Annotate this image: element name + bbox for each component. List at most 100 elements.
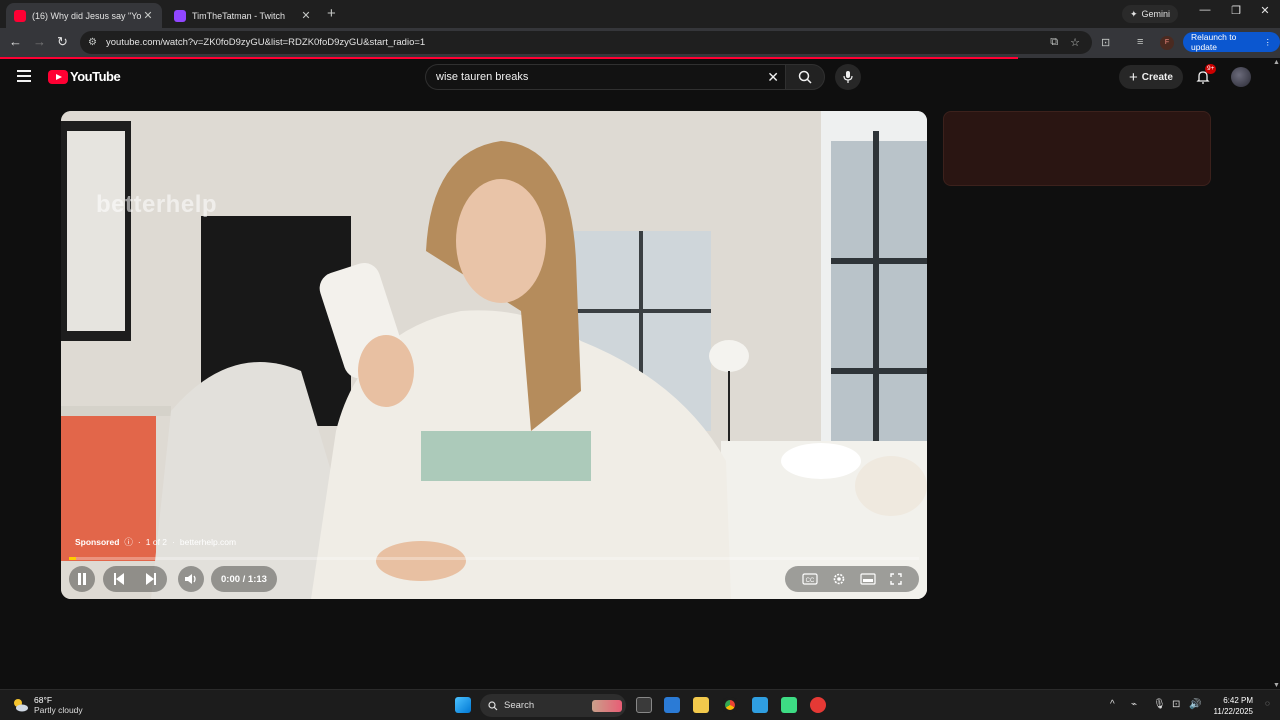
- scroll-down-icon[interactable]: ▼: [1273, 682, 1280, 689]
- gemini-button[interactable]: ✦ Gemini: [1122, 5, 1179, 23]
- search-highlight-icon: [592, 699, 622, 712]
- back-icon[interactable]: ←: [9, 34, 22, 49]
- clear-search-icon[interactable]: ✕: [767, 69, 779, 86]
- gemini-label: Gemini: [1141, 9, 1171, 19]
- youtube-play-icon: [48, 69, 68, 84]
- time-display: 0:00 / 1:13: [211, 566, 277, 592]
- scroll-up-icon[interactable]: ▲: [1273, 59, 1280, 66]
- taskbar-search[interactable]: Search: [480, 694, 626, 717]
- logo-text: YouTube: [70, 69, 121, 84]
- tab-close-icon[interactable]: ✕: [300, 9, 312, 22]
- partly-cloudy-icon: [14, 699, 28, 712]
- voice-search-button[interactable]: [835, 64, 861, 90]
- reload-icon[interactable]: ↻: [57, 34, 68, 50]
- next-icon: [146, 573, 156, 585]
- notepad-icon[interactable]: [752, 697, 768, 713]
- fullscreen-icon: [890, 573, 902, 585]
- youtube-logo[interactable]: YouTube: [48, 69, 121, 84]
- minimize-icon[interactable]: —: [1195, 4, 1215, 16]
- youtube-favicon-icon: [14, 9, 26, 22]
- right-controls: CC: [785, 566, 919, 592]
- search-query: wise tauren breaks: [436, 71, 529, 83]
- create-label: Create: [1141, 71, 1173, 83]
- next-button[interactable]: [145, 573, 157, 585]
- account-avatar[interactable]: [1231, 67, 1251, 87]
- ad-position: 1 of 2: [145, 537, 168, 547]
- volume-button[interactable]: [178, 566, 204, 592]
- photos-app-icon[interactable]: [664, 697, 680, 713]
- android-app-icon[interactable]: [781, 697, 797, 713]
- previous-button[interactable]: [113, 573, 125, 585]
- tab-close-icon[interactable]: ✕: [142, 9, 154, 22]
- notification-center-icon[interactable]: ◌: [1265, 699, 1270, 708]
- file-explorer-icon[interactable]: [693, 697, 709, 713]
- tab-youtube[interactable]: (16) Why did Jesus say "Yo ✕: [6, 3, 162, 28]
- search-input[interactable]: wise tauren breaks ✕: [425, 64, 785, 90]
- search-icon: [798, 70, 812, 84]
- volume-icon: [185, 574, 196, 584]
- notification-badge: 9+: [1205, 64, 1217, 74]
- captions-icon: CC: [802, 573, 818, 585]
- sponsored-label: Sponsored: [75, 537, 120, 547]
- search-button[interactable]: [785, 64, 825, 90]
- theater-icon: [860, 573, 876, 585]
- weather-widget[interactable]: 68°F Partly cloudy: [12, 695, 83, 715]
- betterhelp-watermark: betterhelp: [96, 191, 218, 218]
- tab-search-icon[interactable]: ⊡: [1101, 36, 1110, 49]
- red-app-icon[interactable]: [810, 697, 826, 713]
- windows-taskbar: 68°F Partly cloudy Search ^ ⌁ 🎙 ⊡ 🔊 6:42…: [0, 689, 1280, 720]
- tab-title: TimTheTatman - Twitch: [192, 10, 286, 21]
- site-info-icon[interactable]: ⚙: [88, 37, 100, 49]
- show-hidden-icons-icon[interactable]: ^: [1110, 699, 1115, 710]
- svg-text:CC: CC: [806, 578, 815, 584]
- notifications-button[interactable]: 9+: [1195, 64, 1217, 85]
- new-tab-icon[interactable]: +: [327, 5, 336, 22]
- page-scrollbar[interactable]: ▲ ▼: [1272, 59, 1280, 689]
- sparkle-icon: ✦: [1130, 8, 1138, 19]
- progress-bar[interactable]: [69, 557, 919, 560]
- previous-icon: [114, 573, 124, 585]
- taskbar-clock[interactable]: 6:42 PM 11/22/2025: [1207, 695, 1253, 717]
- network-icon[interactable]: ⌁: [1131, 699, 1137, 710]
- restore-icon[interactable]: ❐: [1226, 4, 1246, 17]
- browser-tab-strip: (16) Why did Jesus say "Yo ✕ TimTheTatma…: [0, 0, 1280, 28]
- youtube-header: YouTube wise tauren breaks ✕ + Create 9+: [0, 59, 1272, 95]
- prev-next-group: [103, 566, 167, 592]
- microphone-icon: [843, 71, 853, 83]
- speaker-icon[interactable]: 🔊: [1189, 699, 1201, 710]
- theater-mode-button[interactable]: [860, 573, 876, 585]
- media-controls-icon[interactable]: ≡: [1137, 36, 1143, 48]
- search-icon: [488, 700, 498, 710]
- ad-domain-link[interactable]: betterhelp.com: [180, 537, 236, 547]
- windows-start-icon[interactable]: [455, 697, 471, 713]
- plus-icon: +: [1129, 68, 1138, 86]
- ad-info: Sponsored ⓘ · 1 of 2 · betterhelp.com: [75, 536, 237, 548]
- companion-ad-slot[interactable]: [943, 111, 1211, 186]
- task-view-icon[interactable]: [636, 697, 652, 713]
- captions-button[interactable]: CC: [802, 573, 818, 585]
- settings-button[interactable]: [832, 572, 846, 586]
- profile-avatar[interactable]: F: [1160, 36, 1174, 50]
- microphone-tray-icon[interactable]: 🎙: [1153, 699, 1166, 710]
- chrome-icon[interactable]: [722, 697, 738, 713]
- video-player[interactable]: betterhelp Sponsored ⓘ · 1 of 2 · better…: [61, 111, 927, 599]
- browser-toolbar: ← → ↻ ⚙ youtube.com/watch?v=ZK0foD9zyGU&…: [0, 28, 1280, 58]
- fullscreen-button[interactable]: [890, 573, 902, 585]
- relaunch-button[interactable]: Relaunch to update ⋮: [1183, 32, 1280, 52]
- create-button[interactable]: + Create: [1119, 65, 1183, 89]
- menu-icon[interactable]: [17, 70, 31, 82]
- video-frame: [61, 111, 927, 599]
- forward-icon[interactable]: →: [33, 34, 46, 49]
- close-window-icon[interactable]: ✕: [1255, 4, 1275, 17]
- tab-twitch[interactable]: TimTheTatman - Twitch ✕: [166, 3, 320, 28]
- progress-fill: [69, 557, 76, 560]
- more-menu-icon[interactable]: ⋮: [1264, 37, 1273, 48]
- pause-button[interactable]: [69, 566, 95, 592]
- twitch-favicon-icon: [174, 9, 186, 22]
- weather-desc: Partly cloudy: [34, 705, 83, 715]
- bookmark-star-icon[interactable]: ☆: [1070, 36, 1080, 49]
- address-bar[interactable]: ⚙ youtube.com/watch?v=ZK0foD9zyGU&list=R…: [80, 31, 1092, 54]
- install-app-icon[interactable]: ⧉: [1050, 36, 1058, 49]
- info-icon[interactable]: ⓘ: [124, 536, 133, 548]
- wifi-icon[interactable]: ⊡: [1172, 699, 1180, 710]
